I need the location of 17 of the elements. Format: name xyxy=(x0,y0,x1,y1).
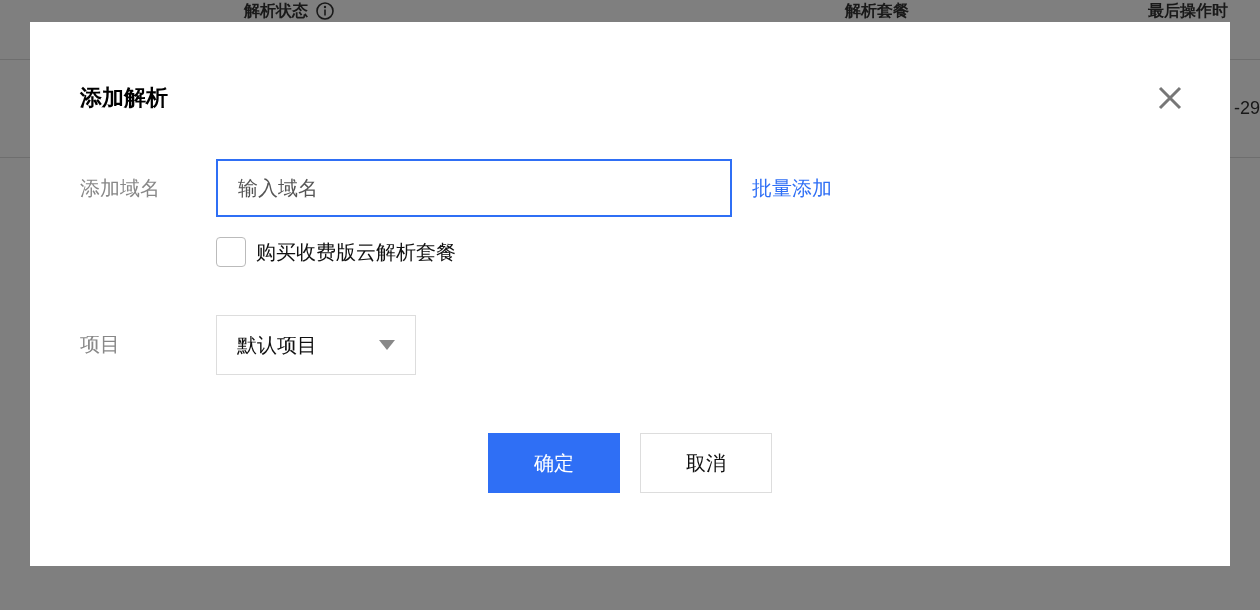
checkbox[interactable] xyxy=(216,237,246,267)
dialog-title: 添加解析 xyxy=(80,84,168,112)
project-select[interactable]: 默认项目 xyxy=(216,315,416,375)
column-header: 解析状态 xyxy=(244,0,308,21)
cancel-button[interactable]: 取消 xyxy=(640,433,772,493)
domain-input-field[interactable]: 输入域名 xyxy=(216,159,732,217)
field-label: 项目 xyxy=(80,332,121,357)
field-label: 添加域名 xyxy=(80,176,161,201)
caret-icon xyxy=(379,340,395,350)
column-header: 解析套餐 xyxy=(845,0,909,21)
confirm-button[interactable]: 确定 xyxy=(488,433,620,493)
info-icon[interactable] xyxy=(316,2,334,20)
close-icon[interactable] xyxy=(1158,86,1182,110)
batch-add-link[interactable]: 批量添加 xyxy=(752,174,832,202)
column-header: 最后操作时 xyxy=(1148,0,1228,21)
table-cell: -29 xyxy=(1234,98,1260,119)
checkbox-label: 购买收费版云解析套餐 xyxy=(256,239,456,265)
